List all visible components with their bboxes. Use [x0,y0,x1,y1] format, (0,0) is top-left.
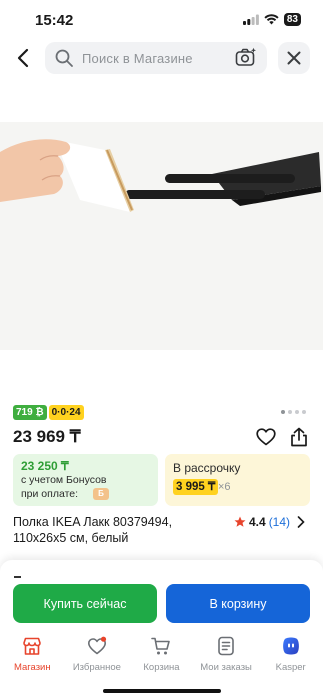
installment-badge: 0·0·24 [48,405,84,420]
bonus-badge: 719 ₿ [13,405,47,420]
heart-icon [87,636,106,655]
product-title-line: Полка IKEA Лакк 80379494, [13,515,173,529]
battery-indicator: 83 [283,13,301,26]
bonus-note-payment: при оплате: [21,488,79,500]
gallery-pager [281,410,306,414]
shop-icon [23,637,42,655]
bonus-note: с учетом Бонусов [21,474,107,486]
pager-dot [295,410,299,414]
product-price: 23 969 ₸ [13,427,81,446]
sheet-divider [14,576,21,578]
status-time: 15:42 [35,12,74,29]
tab-orders[interactable]: Мои заказы [194,630,259,678]
tab-bar: Магазин Избранное Корзина Мои заказы Kas… [0,630,323,678]
status-bar: 15:42 83 [0,0,323,40]
back-button[interactable] [12,46,36,70]
back-arrow-icon [17,48,29,68]
tab-kasper[interactable]: Kasper [258,630,323,678]
wifi-icon [264,14,279,25]
home-indicator [103,689,221,693]
bonus-price-card[interactable]: 23 250 ₸ с учетом Бонусов при оплате: Б [13,454,158,506]
installment-amount: 3 995 ₸ [173,479,219,495]
pager-dot [288,410,292,414]
installment-card[interactable]: В рассрочку 3 995 ₸ ×6 [165,454,310,506]
tab-label: Корзина [143,662,180,673]
tab-label: Избранное [72,662,121,673]
product-title: Полка IKEA Лакк 80379494, 110x26x5 см, б… [13,514,213,546]
tab-cart[interactable]: Корзина [129,630,194,678]
review-count: (14) [268,515,291,529]
tab-label: Kasper [275,662,306,673]
tab-label: Магазин [13,662,51,673]
product-rating[interactable]: 4.4 (14) [234,515,305,529]
close-icon [287,51,301,65]
cart-icon [151,637,171,655]
star-icon [234,516,246,527]
close-button[interactable] [278,42,310,74]
search-placeholder: Поиск в Магазине [82,51,193,66]
product-title-line: 110x26x5 см, белый [13,531,129,545]
camera-icon[interactable] [235,47,257,69]
tab-label: Мои заказы [200,662,252,673]
pager-dot [281,410,285,414]
search-header: Поиск в Магазине [0,40,323,80]
bonus-coin-icon: Б [93,488,109,500]
favorite-heart-icon[interactable] [256,428,276,446]
orders-icon [218,636,234,656]
status-icons: 83 [242,13,301,26]
search-input[interactable]: Поиск в Магазине [45,42,267,74]
installment-multiplier: ×6 [218,481,231,493]
kasper-assistant-icon [282,637,299,655]
product-image[interactable] [0,122,323,350]
search-icon [55,49,73,67]
add-to-cart-button[interactable]: В корзину [166,584,310,623]
signal-icon [242,14,259,25]
share-icon[interactable] [289,427,309,447]
shelf-photo [0,122,323,350]
installment-title: В рассрочку [173,461,241,475]
bonus-price: 23 250 ₸ [21,459,69,473]
buy-now-button[interactable]: Купить сейчас [13,584,157,623]
product-badges: 719 ₿ 0·0·24 [13,405,84,420]
tab-favorites[interactable]: Избранное [65,630,130,678]
rating-value: 4.4 [249,515,266,529]
tab-shop[interactable]: Магазин [0,630,65,678]
chevron-right-icon [297,516,305,528]
pager-dot [302,410,306,414]
